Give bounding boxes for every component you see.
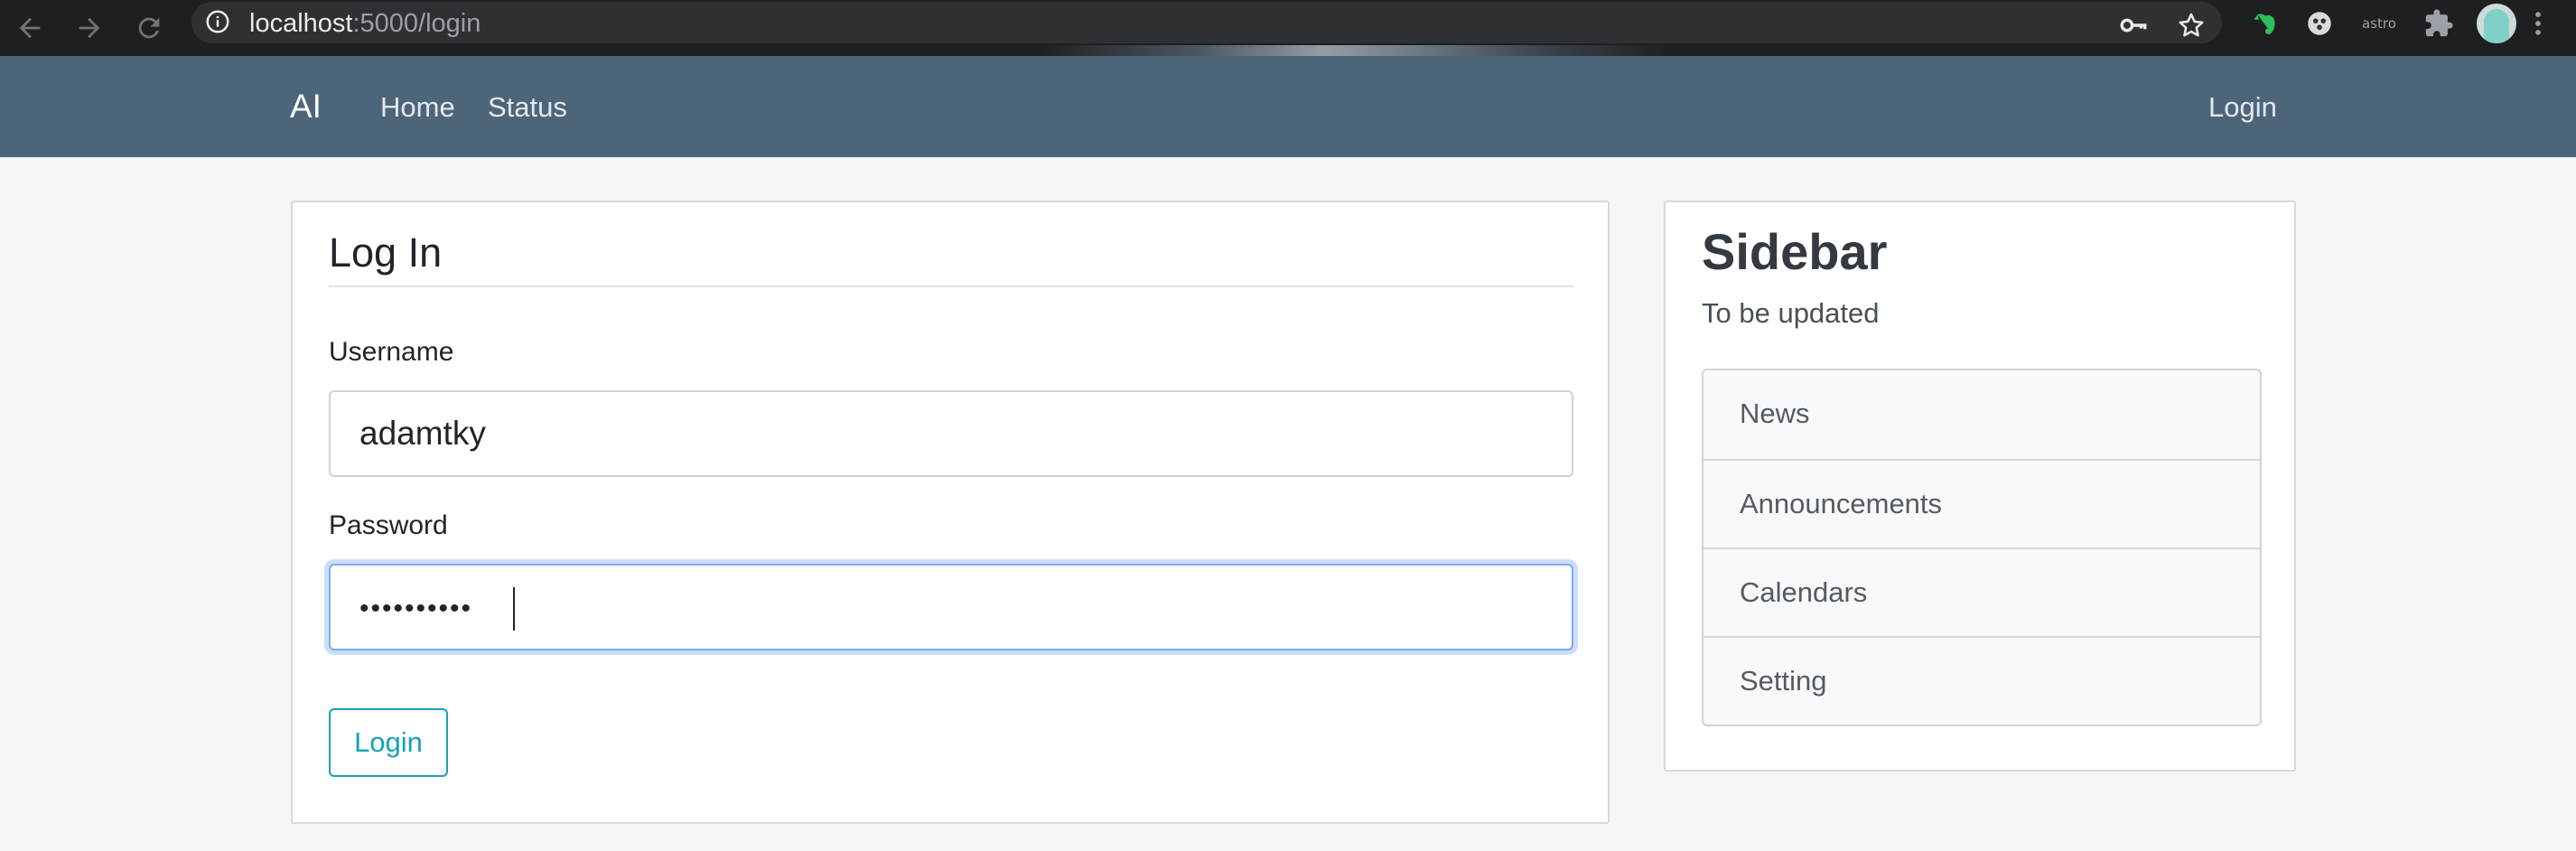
dice-extension-icon[interactable] xyxy=(2301,5,2338,42)
url-host: localhost xyxy=(249,9,353,38)
text-caret xyxy=(513,587,515,631)
forward-button[interactable] xyxy=(69,7,110,49)
password-masked-value: •••••••••• xyxy=(359,594,473,623)
username-input[interactable] xyxy=(329,390,1573,477)
arrow-left-icon xyxy=(19,17,41,39)
title-divider xyxy=(329,285,1573,287)
evernote-extension-icon[interactable] xyxy=(2247,5,2283,42)
password-label: Password xyxy=(329,510,448,540)
sidebar-list: News Announcements Calendars Setting xyxy=(1702,369,2262,726)
back-button[interactable] xyxy=(9,7,51,49)
sidebar-item-setting[interactable]: Setting xyxy=(1703,636,2260,725)
brand-link[interactable]: AI xyxy=(290,87,322,126)
sidebar-card: Sidebar To be updated News Announcements… xyxy=(1664,201,2296,772)
reload-button[interactable] xyxy=(128,7,170,49)
sidebar-item-calendars[interactable]: Calendars xyxy=(1703,547,2260,636)
login-title: Log In xyxy=(329,229,443,276)
browser-toolbar: localhost:5000/login astro xyxy=(0,0,2576,56)
profile-avatar[interactable] xyxy=(2477,4,2516,43)
star-icon[interactable] xyxy=(2173,7,2209,43)
sidebar-item-announcements[interactable]: Announcements xyxy=(1703,459,2260,547)
astro-extension-label: astro xyxy=(2362,15,2396,32)
reload-icon xyxy=(138,17,160,39)
more-vertical-icon[interactable] xyxy=(2522,5,2554,42)
login-submit-button[interactable]: Login xyxy=(329,708,448,777)
avatar-icon xyxy=(2484,9,2509,43)
url-path: :5000/login xyxy=(352,9,481,38)
sidebar-title: Sidebar xyxy=(1702,223,1888,280)
nav-link-status[interactable]: Status xyxy=(488,90,567,125)
arrow-right-icon xyxy=(79,17,100,39)
puzzle-extension-icon[interactable] xyxy=(2421,5,2457,42)
astro-extension-icon[interactable]: astro xyxy=(2361,5,2397,42)
password-input[interactable]: •••••••••• xyxy=(329,564,1573,650)
sidebar-subtitle: To be updated xyxy=(1702,297,1880,329)
info-icon[interactable] xyxy=(204,8,231,35)
address-bar[interactable]: localhost:5000/login xyxy=(191,2,2222,43)
browser-tab-strip-background xyxy=(1039,45,1671,56)
url-text[interactable]: localhost:5000/login xyxy=(249,9,481,38)
nav-link-home[interactable]: Home xyxy=(380,90,455,125)
username-label: Username xyxy=(329,337,454,367)
site-navbar: AI Home Status Login xyxy=(0,56,2576,157)
sidebar-item-news[interactable]: News xyxy=(1703,370,2260,459)
nav-link-login[interactable]: Login xyxy=(2208,90,2277,125)
key-icon[interactable] xyxy=(2115,7,2151,43)
login-card: Log In Username Password •••••••••• Logi… xyxy=(291,201,1610,824)
